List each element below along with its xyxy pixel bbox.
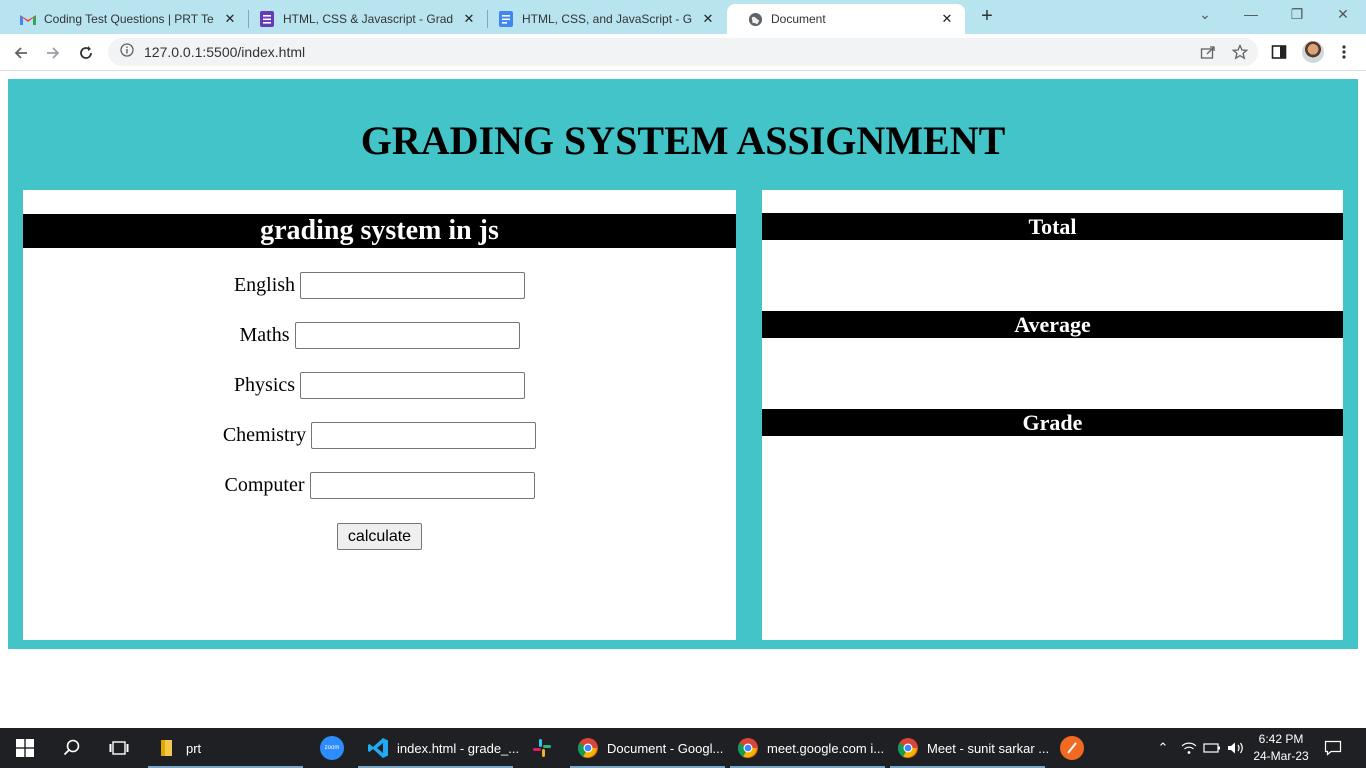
folder-icon: [156, 737, 178, 759]
back-arrow-icon[interactable]: [9, 41, 33, 65]
more-menu-icon[interactable]: [1333, 41, 1355, 63]
address-bar[interactable]: 127.0.0.1:5500/index.html: [108, 38, 1258, 66]
zoom-icon: zoom: [320, 736, 344, 760]
maths-label: Maths: [239, 324, 290, 346]
taskbar-item-vscode[interactable]: index.html - grade_...: [367, 728, 519, 768]
browser-tab-gmail[interactable]: Coding Test Questions | PRT Test ✕: [0, 4, 248, 34]
browser-tab-docs[interactable]: HTML, CSS, and JavaScript - GRA ✕: [478, 4, 726, 34]
taskbar-item-zoom[interactable]: zoom: [320, 728, 344, 768]
taskbar-item-explorer[interactable]: prt: [156, 728, 201, 768]
taskbar-item-label: Meet - sunit sarkar ...: [927, 740, 1050, 756]
show-hidden-icons-chevron-icon[interactable]: ⌃: [1154, 728, 1172, 768]
grading-form-panel: grading system in js English Maths Physi…: [23, 190, 736, 640]
close-window-button[interactable]: ✕: [1331, 6, 1355, 26]
close-tab-icon[interactable]: ✕: [700, 11, 716, 27]
volume-icon[interactable]: [1226, 728, 1246, 768]
share-icon[interactable]: [1197, 41, 1219, 63]
chrome-icon: [737, 737, 759, 759]
computer-row: Computer: [23, 472, 736, 499]
vscode-icon: [367, 737, 389, 759]
docs-icon: [498, 11, 514, 27]
task-view-icon: [108, 737, 130, 759]
taskbar-clock[interactable]: 6:42 PM 24-Mar-23: [1248, 731, 1314, 765]
battery-icon[interactable]: [1202, 728, 1222, 768]
calculate-button[interactable]: calculate: [337, 523, 422, 550]
grade-heading: Grade: [762, 409, 1343, 436]
tab-title: HTML, CSS & Javascript - Grade C: [283, 12, 453, 26]
close-tab-icon[interactable]: ✕: [939, 11, 955, 27]
reload-icon[interactable]: [74, 41, 98, 65]
chemistry-row: Chemistry: [23, 422, 736, 449]
windows-taskbar: prt zoom index.html - grade_... Document…: [0, 728, 1366, 768]
chrome-icon: [897, 737, 919, 759]
results-panel: Total Average Grade: [762, 190, 1343, 640]
taskbar-item-slack[interactable]: [531, 728, 553, 768]
total-heading: Total: [762, 213, 1343, 240]
notification-icon[interactable]: [1322, 728, 1344, 768]
taskbar-item-chrome-document[interactable]: Document - Googl...: [577, 728, 723, 768]
url-text: 127.0.0.1:5500/index.html: [144, 44, 306, 60]
forms-icon: [259, 11, 275, 27]
tab-title: HTML, CSS, and JavaScript - GRA: [522, 12, 692, 26]
browser-toolbar: 127.0.0.1:5500/index.html: [0, 34, 1366, 71]
clock-time: 6:42 PM: [1258, 732, 1304, 746]
task-view-button[interactable]: [108, 728, 130, 768]
physics-row: Physics: [23, 372, 736, 399]
profile-avatar[interactable]: [1302, 41, 1324, 63]
physics-input[interactable]: [300, 372, 526, 399]
site-info-icon[interactable]: [120, 42, 134, 62]
tab-search-chevron-icon[interactable]: ⌄: [1193, 6, 1217, 26]
taskbar-item-chrome-meet-sunit[interactable]: Meet - sunit sarkar ...: [897, 728, 1049, 768]
page-container: GRADING SYSTEM ASSIGNMENT grading system…: [8, 79, 1358, 649]
taskbar-item-label: meet.google.com i...: [767, 740, 885, 756]
tab-title: Coding Test Questions | PRT Test: [44, 12, 214, 26]
start-button[interactable]: [14, 728, 36, 768]
chemistry-input[interactable]: [311, 422, 537, 449]
english-label: English: [233, 274, 296, 296]
minimize-window-button[interactable]: —: [1239, 6, 1263, 26]
chemistry-label: Chemistry: [222, 424, 307, 446]
form-title: grading system in js: [23, 214, 736, 248]
slack-icon: [531, 737, 553, 759]
physics-label: Physics: [233, 374, 296, 396]
taskbar-item-app[interactable]: [1060, 728, 1084, 768]
browser-tab-strip: Coding Test Questions | PRT Test ✕ HTML,…: [0, 0, 1366, 34]
forward-arrow-icon[interactable]: [41, 41, 65, 65]
english-row: English: [23, 272, 736, 299]
clock-date: 24-Mar-23: [1253, 749, 1309, 763]
browser-tab-document[interactable]: Document ✕: [727, 4, 965, 34]
average-heading: Average: [762, 311, 1343, 338]
taskbar-item-label: Document - Googl...: [607, 740, 724, 756]
page-title: GRADING SYSTEM ASSIGNMENT: [360, 118, 1006, 163]
bookmark-star-icon[interactable]: [1229, 41, 1251, 63]
network-icon[interactable]: [1180, 728, 1198, 768]
browser-tab-forms[interactable]: HTML, CSS & Javascript - Grade C ✕: [239, 4, 487, 34]
computer-label: Computer: [224, 474, 305, 496]
gmail-icon: [20, 11, 36, 27]
new-tab-button[interactable]: +: [976, 6, 998, 28]
app-icon: [1060, 736, 1084, 760]
chrome-icon: [577, 737, 599, 759]
taskbar-item-chrome-meet[interactable]: meet.google.com i...: [737, 728, 884, 768]
side-panel-icon[interactable]: [1268, 41, 1290, 63]
taskbar-item-label: index.html - grade_...: [397, 740, 520, 756]
maths-row: Maths: [23, 322, 736, 349]
restore-window-button[interactable]: ❐: [1285, 6, 1309, 26]
computer-input[interactable]: [309, 472, 535, 499]
windows-logo-icon: [14, 737, 36, 759]
taskbar-item-label: prt: [186, 740, 202, 756]
search-button[interactable]: [61, 728, 83, 768]
search-icon: [61, 737, 83, 759]
close-tab-icon[interactable]: ✕: [461, 11, 477, 27]
close-tab-icon[interactable]: ✕: [222, 11, 238, 27]
english-input[interactable]: [300, 272, 526, 299]
tab-title: Document: [771, 12, 826, 26]
globe-icon: [747, 11, 763, 27]
maths-input[interactable]: [294, 322, 520, 349]
